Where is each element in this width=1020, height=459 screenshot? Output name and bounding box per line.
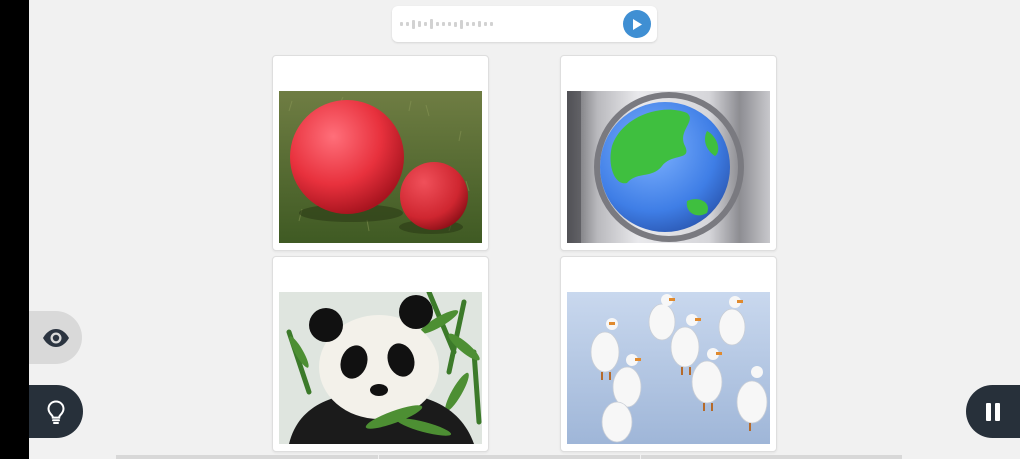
panda-image (279, 292, 482, 444)
pause-icon (986, 402, 1000, 421)
globe-image (567, 91, 770, 243)
pause-button[interactable] (966, 385, 1020, 438)
choice-card-globe[interactable] (560, 55, 777, 251)
audio-waveform (400, 18, 493, 30)
left-edge-bar (0, 0, 29, 459)
eye-icon (42, 328, 69, 347)
lightbulb-icon (47, 399, 65, 424)
audio-prompt-bar (392, 6, 657, 42)
choice-card-panda[interactable] (272, 256, 489, 452)
choice-card-geese[interactable] (560, 256, 777, 452)
red-balls-image (279, 91, 482, 243)
reveal-button[interactable] (29, 311, 82, 364)
geese-image (567, 292, 770, 444)
play-icon (633, 18, 642, 30)
play-audio-button[interactable] (623, 10, 651, 38)
hint-button[interactable] (29, 385, 83, 438)
horizontal-scrollbar[interactable] (116, 455, 902, 459)
choice-card-red-balls[interactable] (272, 55, 489, 251)
